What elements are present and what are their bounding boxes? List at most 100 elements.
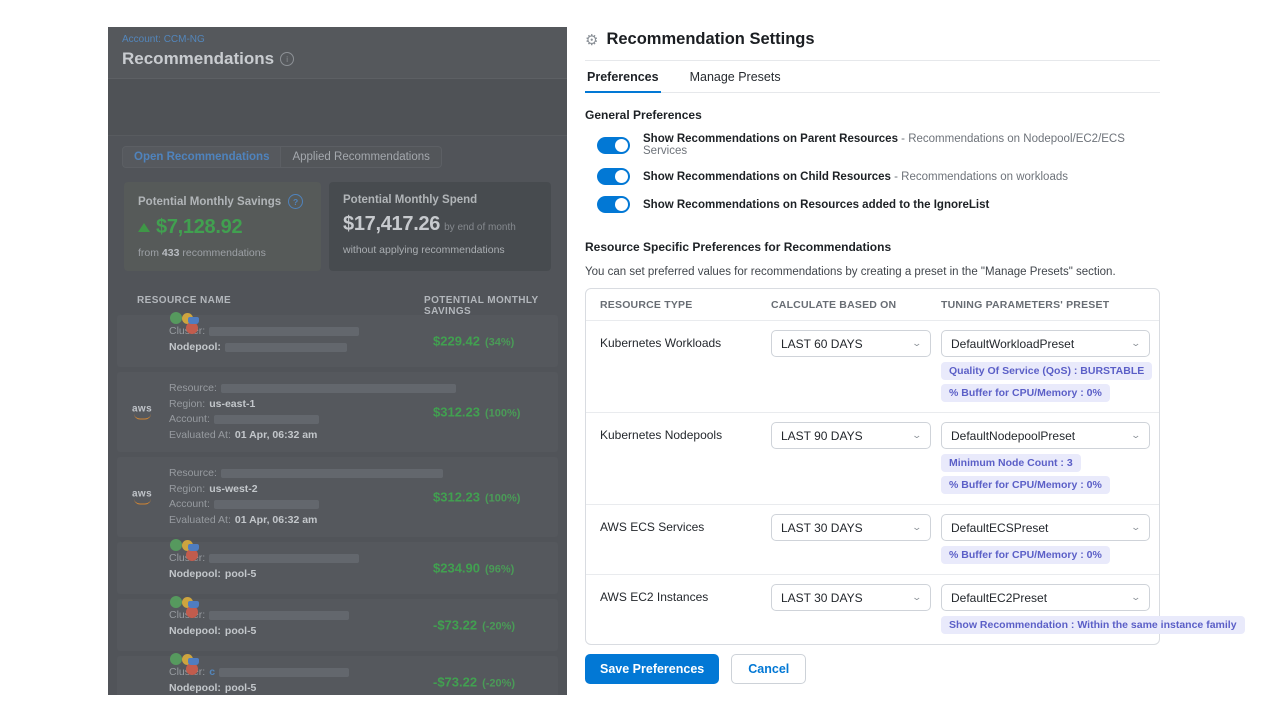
select-value: DefaultNodepoolPreset [951, 429, 1075, 443]
tab-applied-recommendations[interactable]: Applied Recommendations [281, 146, 441, 168]
table-row[interactable]: Cluster: Nodepool: $229.42(34%) [117, 315, 558, 367]
spend-subtitle: without applying recommendations [343, 244, 537, 256]
tab-preferences[interactable]: Preferences [585, 61, 661, 92]
chevron-down-icon: ⌄ [1131, 522, 1142, 533]
savings-amount: -$73.22 [433, 618, 477, 633]
select-value: LAST 30 DAYS [781, 591, 863, 605]
nodepool-label: Nodepool: [169, 624, 221, 640]
savings-amount: $234.90 [433, 561, 480, 576]
resource-preferences-description: You can set preferred values for recomme… [585, 266, 1160, 278]
calculate-window-select[interactable]: LAST 60 DAYS⌄ [771, 330, 931, 357]
calculate-window-select[interactable]: LAST 30 DAYS⌄ [771, 514, 931, 541]
general-preferences-heading: General Preferences [585, 108, 1160, 122]
redacted-value [225, 343, 347, 352]
account-label: Account: [169, 497, 210, 513]
table-header: RESOURCE NAME POTENTIAL MONTHLY SAVINGS [108, 283, 567, 315]
savings-percent: (100%) [485, 408, 520, 420]
tab-manage-presets[interactable]: Manage Presets [688, 61, 783, 92]
calculate-window-select[interactable]: LAST 90 DAYS⌄ [771, 422, 931, 449]
preset-select[interactable]: DefaultWorkloadPreset⌄ [941, 330, 1150, 357]
resource-preferences-heading: Resource Specific Preferences for Recomm… [585, 240, 1160, 254]
toggle-child-resources[interactable] [597, 168, 630, 185]
table-row[interactable]: aws Resource: Region:us-east-1 Account: … [117, 372, 558, 452]
select-value: DefaultEC2Preset [951, 591, 1047, 605]
preset-select[interactable]: DefaultEC2Preset ⌄ [941, 584, 1150, 611]
calculate-window-select[interactable]: LAST 30 DAYS ⌄ [771, 584, 931, 611]
redacted-value [214, 500, 319, 509]
toggle-ignorelist-resources[interactable] [597, 196, 630, 213]
savings-percent: (-20%) [482, 678, 515, 690]
column-tuning-parameters-preset: TUNING PARAMETERS' PRESET [941, 299, 1159, 311]
save-preferences-button[interactable]: Save Preferences [585, 654, 719, 684]
preset-badge: Minimum Node Count : 3 [941, 454, 1081, 472]
redacted-value [221, 384, 456, 393]
tab-open-recommendations[interactable]: Open Recommendations [122, 146, 281, 168]
nodepool-label: Nodepool: [169, 681, 221, 696]
spend-value-suffix: by end of month [444, 222, 516, 233]
chevron-down-icon: ⌄ [912, 522, 923, 533]
column-resource-name: RESOURCE NAME [137, 295, 231, 306]
column-potential-monthly-savings: POTENTIAL MONTHLY SAVINGS [424, 295, 567, 317]
toolbar-area [108, 79, 567, 136]
table-row: Kubernetes Workloads LAST 60 DAYS⌄ Defau… [586, 321, 1159, 413]
help-icon[interactable]: ? [288, 194, 303, 209]
resource-type-label: Kubernetes Nodepools [600, 422, 771, 442]
spend-card-title: Potential Monthly Spend [343, 194, 477, 206]
table-row: AWS EC2 Instances LAST 30 DAYS ⌄ DefaultE… [586, 575, 1159, 644]
aws-icon: aws [130, 405, 154, 420]
savings-amount: $312.23 [433, 405, 480, 420]
table-row: AWS ECS Services LAST 30 DAYS⌄ DefaultEC… [586, 505, 1159, 575]
select-value: LAST 60 DAYS [781, 337, 863, 351]
preset-badge: % Buffer for CPU/Memory : 0% [941, 384, 1110, 402]
chevron-down-icon: ⌄ [912, 592, 923, 603]
settings-tabs: Preferences Manage Presets [585, 61, 1160, 93]
recommendations-tabs: Open Recommendations Applied Recommendat… [108, 136, 567, 177]
nodepool-label: Nodepool: [169, 567, 221, 583]
info-icon[interactable]: i [280, 52, 294, 66]
savings-amount: $312.23 [433, 490, 480, 505]
select-value: DefaultECSPreset [951, 521, 1048, 535]
preset-select[interactable]: DefaultECSPreset ⌄ [941, 514, 1150, 541]
nodepool-label: Nodepool: [169, 340, 221, 356]
savings-percent: (-20%) [482, 621, 515, 633]
evaluated-at-value: 01 Apr, 06:32 am [235, 428, 318, 444]
savings-percent: (34%) [485, 337, 514, 349]
account-breadcrumb[interactable]: Account: CCM-NG [122, 34, 553, 45]
column-calculate-based-on: CALCULATE BASED ON [771, 299, 941, 311]
savings-count: 433 [162, 247, 180, 259]
resource-type-label: AWS EC2 Instances [600, 584, 771, 604]
region-label: Region: [169, 397, 205, 413]
recommendations-page-dimmed: Account: CCM-NG Recommendations i Open R… [108, 27, 567, 695]
savings-percent: (96%) [485, 564, 514, 576]
region-label: Region: [169, 482, 205, 498]
toggle-label-bold: Show Recommendations on Child Resources [643, 171, 891, 183]
preset-badge: Show Recommendation : Within the same in… [941, 616, 1245, 634]
column-resource-type: RESOURCE TYPE [600, 299, 771, 311]
redacted-value [221, 469, 443, 478]
table-row[interactable]: Cluster: Nodepool:pool-5 $234.90(96%) [117, 542, 558, 594]
table-row[interactable]: Cluster: Nodepool:pool-5 -$73.22(-20%) [117, 599, 558, 651]
chevron-down-icon: ⌄ [1131, 592, 1142, 603]
page-title: Recommendations [122, 49, 274, 69]
potential-monthly-spend-card: Potential Monthly Spend $17,417.26by end… [329, 182, 551, 271]
resource-label: Resource: [169, 466, 217, 482]
region-value: us-west-2 [209, 482, 257, 498]
toggle-parent-resources[interactable] [597, 137, 630, 154]
resource-label: Resource: [169, 381, 217, 397]
preset-badge: Quality Of Service (QoS) : BURSTABLE [941, 362, 1152, 380]
redacted-value [214, 415, 319, 424]
table-row[interactable]: Cluster:c Nodepool:pool-5 -$73.22(-20%) [117, 656, 558, 695]
toggle-label-bold: Show Recommendations on Resources added … [643, 199, 989, 211]
potential-monthly-savings-card: Potential Monthly Savings ? $7,128.92 fr… [124, 182, 321, 271]
recommendation-settings-panel: ⚙ Recommendation Settings Preferences Ma… [567, 0, 1280, 720]
cancel-button[interactable]: Cancel [731, 654, 806, 684]
nodepool-value: pool-5 [225, 567, 257, 583]
evaluated-at-value: 01 Apr, 06:32 am [235, 513, 318, 529]
table-row[interactable]: aws Resource: Region:us-west-2 Account: … [117, 457, 558, 537]
table-row: Kubernetes Nodepools LAST 90 DAYS⌄ Defau… [586, 413, 1159, 505]
savings-sub-suffix: recommendations [182, 247, 265, 259]
savings-percent: (100%) [485, 493, 520, 505]
preset-badge: % Buffer for CPU/Memory : 0% [941, 476, 1110, 494]
preset-select[interactable]: DefaultNodepoolPreset⌄ [941, 422, 1150, 449]
savings-card-title: Potential Monthly Savings [138, 196, 281, 208]
